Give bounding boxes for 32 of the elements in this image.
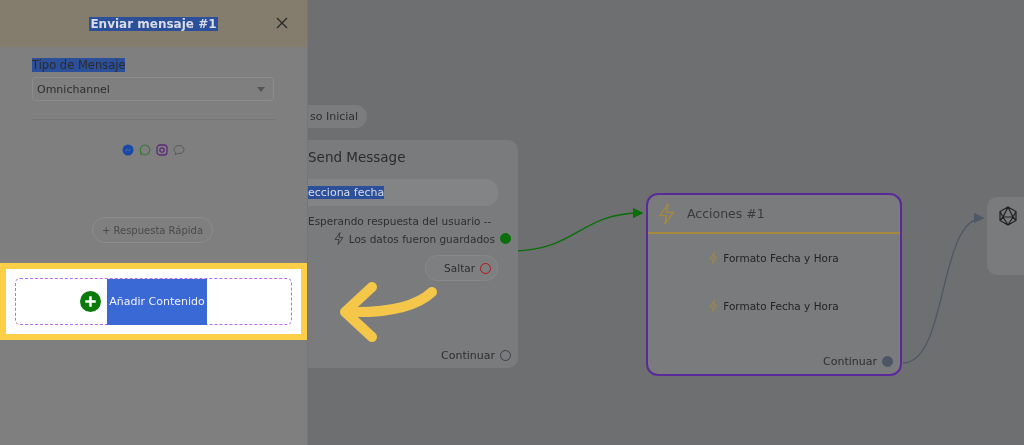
node-title: Acciones #1 [687, 206, 765, 221]
instagram-icon [156, 144, 168, 156]
lightning-icon [333, 232, 344, 245]
lightning-icon [709, 252, 719, 264]
plus-icon [80, 291, 102, 312]
actions-node[interactable]: Acciones #1 Formato Fecha y Hora Formato Fecha y Hora Continuar [646, 193, 902, 376]
start-step-pill[interactable]: so Inicial [308, 105, 368, 128]
message-type-select[interactable]: Omnichannel [32, 77, 274, 101]
panel-title: Enviar mensaje #1 [89, 16, 218, 31]
messenger-icon [122, 144, 134, 156]
field-label: Tipo de Mensaje [32, 58, 126, 72]
status-text: Esperando respuesta del usuario -- [308, 215, 492, 227]
lightning-icon [658, 202, 675, 225]
close-icon[interactable] [276, 17, 288, 29]
polyhedron-icon [998, 206, 1018, 226]
add-content-label: Añadir Contenido [107, 278, 207, 325]
output-label: Los datos fueron guardados [348, 232, 495, 245]
caret-icon [257, 86, 265, 92]
action-item[interactable]: Formato Fecha y Hora [723, 252, 839, 264]
action-item[interactable]: Formato Fecha y Hora [723, 300, 839, 312]
output-port[interactable] [500, 233, 511, 244]
continue-label: Continuar [441, 349, 495, 362]
chat-icon [173, 144, 185, 156]
continue-label: Continuar [823, 355, 877, 368]
whatsapp-icon [139, 144, 151, 156]
add-content-button[interactable]: Añadir Contenido [15, 278, 292, 325]
lightning-icon [709, 300, 719, 312]
output-label: Saltar [444, 262, 475, 274]
send-message-node[interactable]: Send Message ecciona fecha Esperando respuesta del usuario -- Los datos fueron guardados Saltar Continuar [308, 140, 518, 368]
date-field[interactable]: ecciona fecha [308, 179, 498, 206]
output-port[interactable] [882, 356, 893, 367]
node-title: Send Message [308, 149, 406, 165]
